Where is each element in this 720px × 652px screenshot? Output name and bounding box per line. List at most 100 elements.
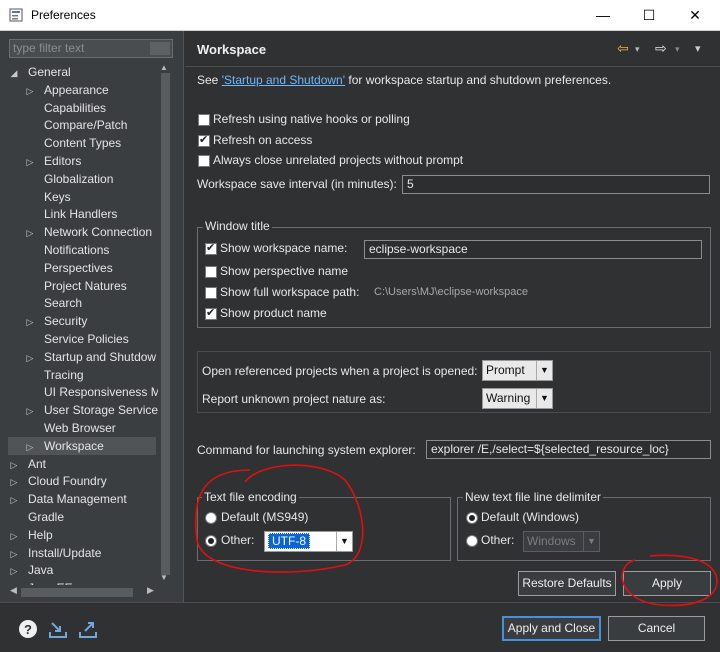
- tree-item-security[interactable]: ▷ Security: [8, 312, 88, 331]
- tree-item-network-connection[interactable]: ▷ Network Connection: [8, 223, 153, 242]
- import-icon[interactable]: [47, 618, 69, 640]
- tree-item-data-management[interactable]: ▷ Data Management: [8, 490, 127, 508]
- expand-toggle-icon[interactable]: ▷: [8, 491, 20, 509]
- view-menu-icon[interactable]: ▾: [695, 42, 701, 55]
- tree-item-startup-and-shutdow[interactable]: ▷ Startup and Shutdow: [8, 348, 157, 367]
- workspace-name-input[interactable]: eclipse-workspace: [364, 240, 702, 259]
- maximize-button[interactable]: ☐: [626, 0, 672, 31]
- tree-item-ant[interactable]: ▷ Ant: [8, 455, 46, 473]
- tree-item-general[interactable]: ◢ General: [8, 63, 71, 81]
- tree-item-editors[interactable]: ▷ Editors: [8, 152, 82, 171]
- refresh-access-checkbox[interactable]: [198, 133, 210, 147]
- tree-item-workspace[interactable]: ▷ Workspace: [8, 436, 156, 456]
- tree-item-install-update[interactable]: ▷ Install/Update: [8, 544, 102, 563]
- expand-toggle-icon[interactable]: ▷: [24, 402, 36, 420]
- always-close-checkbox[interactable]: [198, 155, 210, 167]
- startup-shutdown-link[interactable]: 'Startup and Shutdown': [222, 73, 345, 87]
- chevron-down-icon[interactable]: ▼: [536, 389, 552, 408]
- scroll-left-icon[interactable]: ◀: [10, 585, 17, 596]
- back-arrow-icon[interactable]: ⇦: [617, 40, 629, 57]
- show-full-path-label: Show full workspace path:: [220, 285, 360, 299]
- page-title: Workspace: [197, 42, 267, 57]
- scroll-up-icon[interactable]: ▲: [160, 63, 168, 72]
- apply-button[interactable]: Apply: [623, 571, 711, 596]
- delimiter-select[interactable]: Windows ▼: [523, 531, 600, 552]
- tree-item-tracing[interactable]: Tracing: [8, 366, 84, 384]
- expand-toggle-icon[interactable]: ◢: [8, 64, 20, 82]
- tree-item-label: Notifications: [44, 243, 110, 257]
- tree-item-link-handlers[interactable]: Link Handlers: [8, 205, 117, 223]
- apply-and-close-button[interactable]: Apply and Close: [502, 616, 601, 641]
- tree-item-help[interactable]: ▷ Help: [8, 526, 53, 544]
- chevron-down-icon[interactable]: ▼: [583, 532, 599, 551]
- scroll-thumb[interactable]: [161, 73, 170, 575]
- tree-item-user-storage-service[interactable]: ▷ User Storage Service: [8, 401, 158, 419]
- show-full-path-checkbox[interactable]: [205, 287, 217, 299]
- expand-toggle-icon[interactable]: ▷: [24, 153, 36, 171]
- scroll-down-icon[interactable]: ▼: [160, 573, 168, 582]
- expand-toggle-icon[interactable]: ▷: [8, 562, 20, 580]
- show-workspace-name-checkbox[interactable]: [205, 241, 217, 255]
- tree-item-project-natures[interactable]: Project Natures: [8, 277, 127, 295]
- forward-menu-icon[interactable]: ▾: [675, 44, 680, 55]
- tree-item-notifications[interactable]: Notifications: [8, 241, 109, 259]
- tree-item-ui-responsiveness-m[interactable]: UI Responsiveness M: [8, 383, 158, 401]
- show-product-checkbox[interactable]: [205, 306, 217, 320]
- tree-item-search[interactable]: Search: [8, 294, 82, 312]
- open-referenced-select[interactable]: Prompt ▼: [482, 360, 553, 381]
- scroll-thumb[interactable]: [21, 588, 133, 597]
- expand-toggle-icon[interactable]: ▷: [24, 224, 36, 242]
- tree-horizontal-scrollbar[interactable]: ◀ ▶: [9, 585, 159, 599]
- tree-item-appearance[interactable]: ▷ Appearance: [8, 81, 109, 99]
- restore-defaults-button[interactable]: Restore Defaults: [518, 571, 616, 596]
- tree-item-perspectives[interactable]: Perspectives: [8, 259, 113, 277]
- minimize-button[interactable]: —: [580, 0, 626, 31]
- tree-item-content-types[interactable]: Content Types: [8, 134, 121, 152]
- tree-item-web-browser[interactable]: Web Browser: [8, 419, 116, 437]
- clear-filter-icon[interactable]: [150, 42, 170, 55]
- tree-item-cloud-foundry[interactable]: ▷ Cloud Foundry: [8, 472, 107, 490]
- expand-toggle-icon[interactable]: ▷: [24, 313, 36, 331]
- scroll-right-icon[interactable]: ▶: [147, 585, 154, 596]
- tree-item-java[interactable]: ▷ Java: [8, 561, 54, 580]
- show-perspective-checkbox[interactable]: [205, 266, 217, 278]
- expand-toggle-icon[interactable]: ▷: [24, 349, 36, 367]
- delimiter-default-radio[interactable]: [466, 512, 478, 524]
- close-button[interactable]: ✕: [672, 0, 718, 31]
- tree-item-label: Install/Update: [28, 545, 102, 560]
- encoding-select[interactable]: UTF-8 ▼: [264, 531, 353, 552]
- forward-arrow-icon[interactable]: ⇨: [655, 40, 667, 57]
- window-title-group-label: Window title: [203, 219, 272, 233]
- expand-toggle-icon[interactable]: ▷: [8, 473, 20, 491]
- title-bar: Preferences — ☐ ✕: [0, 0, 720, 31]
- export-icon[interactable]: [77, 618, 99, 640]
- chevron-down-icon[interactable]: ▼: [336, 532, 352, 551]
- back-menu-icon[interactable]: ▾: [635, 44, 640, 55]
- tree-item-label: Ant: [28, 456, 47, 471]
- expand-toggle-icon[interactable]: ▷: [8, 545, 20, 563]
- tree-item-capabilities[interactable]: Capabilities: [8, 99, 106, 117]
- delimiter-other-radio[interactable]: [466, 535, 478, 547]
- command-input[interactable]: explorer /E,/select=${selected_resource_…: [426, 440, 711, 459]
- chevron-down-icon[interactable]: ▼: [536, 361, 552, 380]
- tree-item-gradle[interactable]: Gradle: [8, 508, 64, 526]
- encoding-default-radio[interactable]: [205, 512, 217, 524]
- tree-vertical-scrollbar[interactable]: ▲ ▼: [158, 63, 172, 585]
- tree-item-keys[interactable]: Keys: [8, 188, 71, 206]
- refresh-native-checkbox[interactable]: [198, 114, 210, 126]
- expand-toggle-icon[interactable]: ▷: [24, 82, 36, 100]
- preference-tree[interactable]: ◢ General ▷ Appearance Capabilities Compare/P…: [8, 63, 158, 585]
- save-interval-input[interactable]: 5: [402, 175, 710, 194]
- tree-item-compare-patch[interactable]: Compare/Patch: [8, 116, 127, 134]
- expand-toggle-icon[interactable]: ▷: [8, 456, 20, 474]
- tree-item-service-policies[interactable]: Service Policies: [8, 330, 129, 348]
- cancel-button[interactable]: Cancel: [608, 616, 705, 641]
- expand-toggle-icon[interactable]: ▷: [24, 438, 36, 456]
- tree-item-label: Cloud Foundry: [28, 474, 107, 489]
- help-icon[interactable]: ?: [17, 618, 39, 640]
- expand-toggle-icon[interactable]: ▷: [8, 527, 20, 545]
- encoding-other-radio[interactable]: [205, 535, 217, 547]
- filter-input[interactable]: type filter text: [9, 39, 173, 58]
- report-unknown-select[interactable]: Warning ▼: [482, 388, 553, 409]
- tree-item-globalization[interactable]: Globalization: [8, 170, 113, 188]
